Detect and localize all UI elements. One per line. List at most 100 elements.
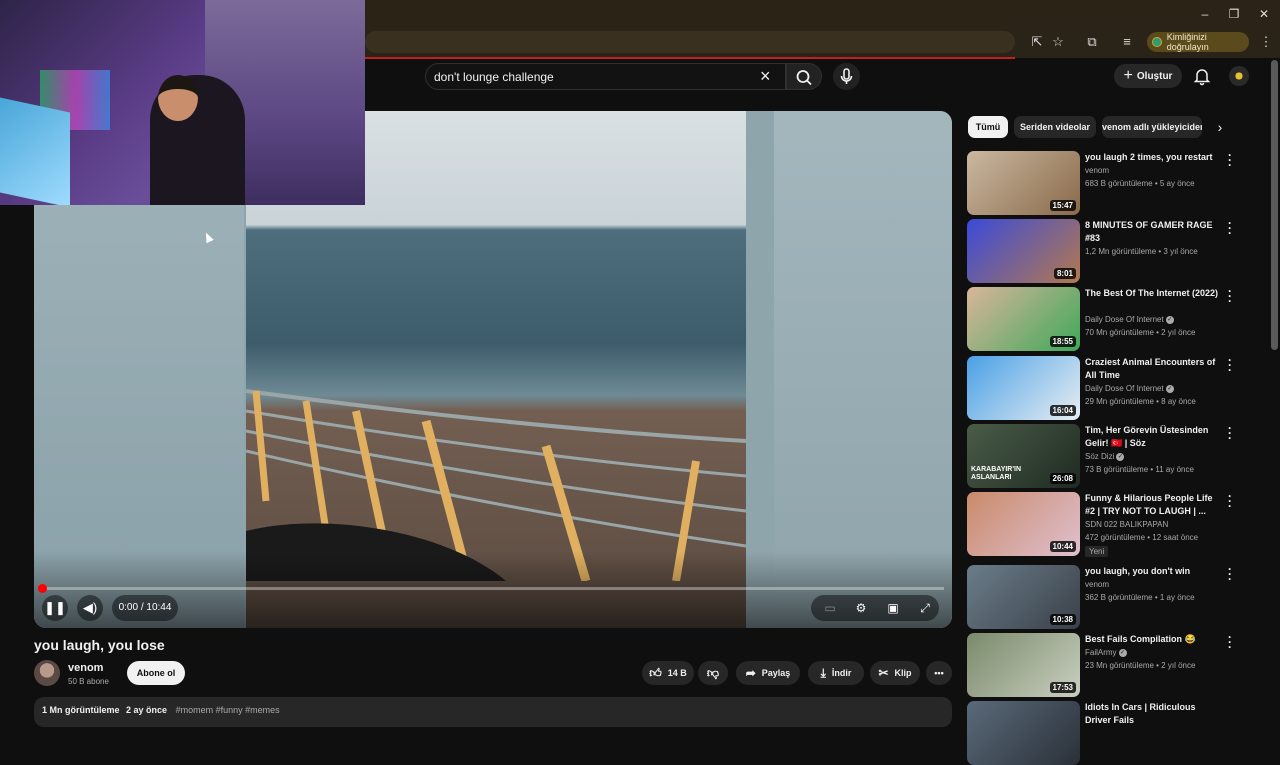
volume-button[interactable]: ◀) (77, 595, 103, 621)
settings-gear-icon[interactable]: ⚙ (852, 599, 870, 617)
recommendation-item[interactable]: Idiots In Cars | Ridiculous Driver Fails (967, 701, 1247, 765)
recommendation-thumbnail[interactable]: 18:55 (967, 287, 1080, 351)
recommendation-channel[interactable]: 47 (1085, 234, 1094, 243)
more-vertical-icon[interactable]: · · · (1225, 490, 1235, 512)
dislike-button[interactable]: 👎︎ (698, 661, 728, 685)
new-badge: Yeni (1085, 546, 1109, 557)
recommendation-thumbnail[interactable]: 10:38 (967, 565, 1080, 629)
recommendation-channel[interactable]: Daily Dose Of Internet ✓ (1085, 384, 1174, 393)
recommendation-item[interactable]: 18:55 The Best Of The Internet (2022) Dail… (967, 285, 1247, 351)
more-vertical-icon[interactable]: · · · (1225, 422, 1235, 444)
create-button[interactable]: + Oluştur (1114, 64, 1182, 88)
recommendation-title[interactable]: Idiots In Cars | Ridiculous Driver Fails (1085, 701, 1221, 727)
webcam-monitor (0, 97, 70, 205)
subscribe-button[interactable]: Abone ol (127, 661, 185, 685)
chip-series[interactable]: Seriden videolar (1014, 116, 1096, 138)
create-label: Oluştur (1136, 70, 1173, 82)
more-vertical-icon[interactable]: · · · (1225, 149, 1235, 171)
recommendation-meta: 472 görüntüleme • 12 saat önce (1085, 533, 1199, 542)
recommendation-channel[interactable]: Daily Dose Of Internet ✓ (1085, 315, 1174, 324)
channel-name[interactable]: venom (68, 662, 103, 674)
extensions-icon[interactable]: ⧉ (1082, 33, 1102, 51)
recommendation-channel[interactable]: venom (1085, 166, 1109, 175)
webcam-overlay (0, 0, 365, 205)
chip-all[interactable]: Tümü (968, 116, 1008, 138)
browser-menu-icon[interactable]: ⋮ (1256, 33, 1276, 51)
recommendation-channel[interactable]: FailArmy ✓ (1085, 648, 1127, 657)
more-vertical-icon[interactable]: · · · (1225, 354, 1235, 376)
recommendation-thumbnail[interactable]: 10:44 (967, 492, 1080, 556)
hashtags[interactable]: #momem #funny #memes (176, 705, 280, 715)
media-controls-icon[interactable]: ≡ (1117, 33, 1137, 51)
recommendation-item[interactable]: 16:04 Craziest Animal Encounters of All T… (967, 354, 1247, 420)
pause-button[interactable]: ❚❚ (42, 595, 68, 621)
progress-bar[interactable] (42, 587, 944, 590)
close-window-icon[interactable]: ✕ (1249, 5, 1279, 23)
download-button[interactable]: ⤓ İndir (808, 661, 864, 685)
recommendation-channel-name: Daily Dose Of Internet (1085, 384, 1164, 393)
minimize-icon[interactable]: – (1190, 5, 1220, 23)
recommendation-item[interactable]: 10:44 Funny & Hilarious People Life #2 | … (967, 490, 1247, 557)
clip-button[interactable]: ✂ Klip (870, 661, 920, 685)
notifications-button[interactable] (1192, 66, 1212, 86)
profile-verify-button[interactable]: Kimliğinizi doğrulayın (1147, 32, 1249, 52)
recommendation-title[interactable]: Craziest Animal Encounters of All Time (1085, 356, 1221, 382)
recommendation-title[interactable]: The Best Of The Internet (2022) (1085, 287, 1221, 300)
recommendation-channel-name: venom (1085, 580, 1110, 589)
recommendation-item[interactable]: 8:01 8 MINUTES OF GAMER RAGE #83 47 1,2 Mn … (967, 217, 1247, 283)
fullscreen-icon[interactable]: ⤢ (916, 599, 934, 617)
account-avatar[interactable] (1229, 66, 1249, 86)
scrollbar[interactable] (1271, 60, 1278, 350)
more-actions-button[interactable]: ••• (926, 661, 952, 685)
recommendation-title[interactable]: Best Fails Compilation 😂 (1085, 633, 1221, 646)
recommendation-title[interactable]: 8 MINUTES OF GAMER RAGE #83 (1085, 219, 1221, 245)
more-horizontal-icon: ••• (934, 668, 944, 678)
theater-mode-icon[interactable]: ▣ (884, 599, 902, 617)
share-button[interactable]: ➦ Paylaş (736, 661, 800, 685)
more-vertical-icon[interactable]: · · · (1225, 217, 1235, 239)
recommendation-item[interactable]: 17:53 Best Fails Compilation 😂 FailArmy ✓ 23… (967, 631, 1247, 697)
download-label: İndir (831, 668, 852, 678)
recommendation-channel-name: Söz Dizi (1085, 452, 1115, 461)
recommendation-item[interactable]: 15:47 you laugh 2 times, you restart venom… (967, 149, 1247, 215)
recommendation-thumbnail[interactable]: 17:53 (967, 633, 1080, 697)
bookmark-star-icon[interactable]: ☆ (1048, 33, 1068, 51)
recommendation-thumbnail[interactable]: 16:04 (967, 356, 1080, 420)
recommendation-title[interactable]: Funny & Hilarious People Life #2 | TRY N… (1085, 492, 1221, 518)
download-icon: ⤓ (820, 665, 826, 680)
search-button[interactable] (786, 63, 822, 90)
recommendation-title[interactable]: you laugh 2 times, you restart (1085, 151, 1221, 164)
clear-search-icon[interactable]: × (760, 66, 771, 87)
address-bar[interactable] (365, 31, 1015, 53)
recommendation-thumbnail[interactable]: KARABAYIR'IN ASLANLARI 26:08 (967, 424, 1080, 488)
subtitles-icon[interactable]: ▭ (821, 599, 839, 617)
recommendation-channel[interactable]: Söz Dizi ✓ (1085, 452, 1125, 461)
voice-search-button[interactable] (833, 63, 860, 90)
more-vertical-icon[interactable]: · · · (1225, 563, 1235, 585)
install-app-icon[interactable]: ⇱ (1027, 33, 1047, 51)
recommendation-channel-name: 47 (1085, 234, 1094, 243)
thumbs-up-icon: 👍︎ (649, 665, 662, 680)
chevron-right-icon[interactable]: › (1210, 118, 1230, 136)
video-duration: 17:53 (1049, 682, 1076, 693)
recommendation-thumbnail[interactable] (967, 701, 1080, 765)
upload-age: 2 ay önce (126, 705, 168, 715)
like-count: 14 B (667, 668, 687, 678)
channel-avatar[interactable] (34, 660, 60, 686)
chip-from-uploader[interactable]: venom adlı yükleyiciden (1102, 116, 1202, 138)
recommendation-channel[interactable]: venom (1085, 580, 1109, 589)
recommendation-channel[interactable]: SDN 022 BALIKPAPAN (1085, 520, 1168, 529)
like-button[interactable]: 👍︎ 14 B (642, 661, 694, 685)
share-icon: ➦ (745, 666, 756, 680)
recommendation-title[interactable]: you laugh, you don't win (1085, 565, 1221, 578)
restore-icon[interactable]: ❐ (1219, 5, 1249, 23)
recommendation-thumbnail[interactable]: 8:01 (967, 219, 1080, 283)
recommendation-title[interactable]: Tim, Her Görevin Üstesinden Gelir! 🇹🇷 | … (1085, 424, 1221, 450)
recommendation-item[interactable]: 10:38 you laugh, you don't win venom 362 B … (967, 563, 1247, 629)
recommendation-channel-name: SDN 022 BALIKPAPAN (1085, 520, 1169, 529)
more-vertical-icon[interactable]: · · · (1225, 285, 1235, 307)
progress-scrubber[interactable] (38, 584, 47, 593)
recommendation-item[interactable]: KARABAYIR'IN ASLANLARI 26:08 Tim, Her Göre… (967, 422, 1247, 488)
recommendation-thumbnail[interactable]: 15:47 (967, 151, 1080, 215)
more-vertical-icon[interactable]: · · · (1225, 631, 1235, 653)
